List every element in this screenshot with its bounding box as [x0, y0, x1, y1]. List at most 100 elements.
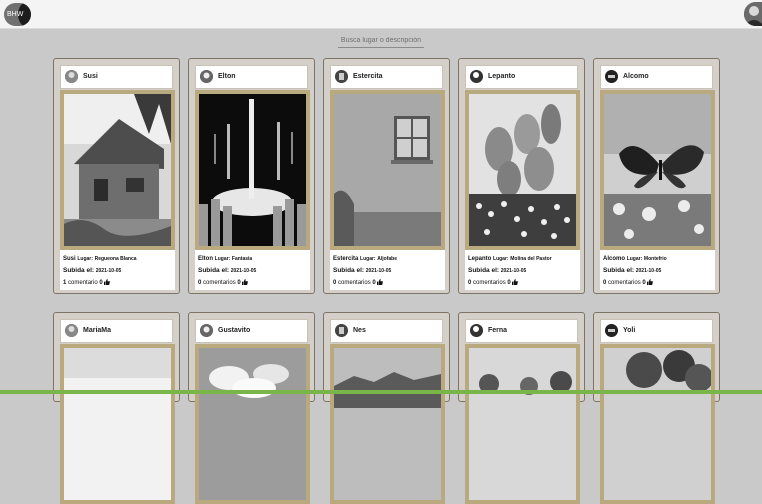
card-photo[interactable] [195, 90, 310, 250]
user-avatar-icon[interactable] [65, 70, 78, 83]
uploaded-prefix: Subida el: [63, 267, 95, 274]
card-info: Elton Lugar: Fantasia Subida el: 2021-10-… [195, 250, 310, 290]
comments-link[interactable]: comentarios [473, 280, 506, 286]
card-photo[interactable] [600, 344, 715, 504]
card-stats-line: 1 comentario 0 [63, 277, 172, 289]
thumbs-up-icon[interactable] [377, 279, 384, 285]
like-count: 0 [642, 280, 646, 286]
card-info: Susi Lugar: Regueona Blanca Subida el: 20… [60, 250, 175, 290]
photo-card[interactable]: Ferna [458, 312, 585, 504]
card-header: Alcomo [600, 65, 713, 89]
photo-card[interactable]: Estercita Estercita Lugar: Aljofabe Subida… [323, 58, 450, 294]
card-user-name[interactable]: Ferna [488, 327, 507, 334]
card-stats-line: 0 comentarios 0 [468, 277, 577, 289]
card-user-name[interactable]: Elton [218, 73, 236, 80]
card-user-name[interactable]: MariaMa [83, 327, 111, 334]
user-avatar-icon[interactable] [335, 70, 348, 83]
card-header: Yoli [600, 319, 713, 343]
photo-card[interactable]: Susi Susi Lugar: Regueona Blanca Subida el… [53, 58, 180, 294]
search-input[interactable] [338, 33, 424, 48]
comments-link[interactable]: comentarios [608, 280, 641, 286]
card-header: Nes [330, 319, 443, 343]
photo-image [334, 348, 441, 500]
place-prefix: Lugar: [493, 256, 509, 262]
card-info-user: Susi [63, 256, 76, 262]
user-avatar[interactable] [744, 2, 762, 26]
card-photo[interactable] [60, 344, 175, 504]
card-date-line: Subida el: 2021-10-05 [63, 265, 172, 277]
card-info-user: Estercita [333, 256, 359, 262]
thumbs-up-icon[interactable] [647, 279, 654, 285]
photo-card[interactable]: MariaMa [53, 312, 180, 504]
comments-link[interactable]: comentario [68, 280, 98, 286]
card-user-name[interactable]: Alcomo [623, 73, 649, 80]
user-avatar-icon[interactable] [605, 324, 618, 337]
card-date-line: Subida el: 2021-10-05 [603, 265, 712, 277]
photo-card[interactable]: Alcomo Alcomo Lugar: Montefrio Subida el: … [593, 58, 720, 294]
photo-card[interactable]: Nes [323, 312, 450, 504]
place-name: Regueona Blanca [94, 256, 137, 262]
place-prefix: Lugar: [214, 256, 231, 262]
bottom-bar [0, 390, 762, 394]
user-avatar-icon[interactable] [200, 70, 213, 83]
uploaded-prefix: Subida el: [333, 267, 365, 274]
card-user-name[interactable]: Nes [353, 327, 366, 334]
card-photo[interactable] [60, 90, 175, 250]
photo-image [199, 94, 306, 246]
thumbs-up-icon[interactable] [242, 279, 249, 285]
user-avatar-icon[interactable] [65, 324, 78, 337]
upload-date: 2021-10-05 [230, 268, 257, 274]
upload-date: 2021-10-05 [365, 268, 392, 274]
photo-image [64, 94, 171, 246]
card-user-name[interactable]: Susi [83, 73, 98, 80]
card-user-name[interactable]: Gustavito [218, 327, 250, 334]
photo-image [469, 348, 576, 500]
photo-image [64, 348, 171, 500]
card-header: Ferna [465, 319, 578, 343]
photo-image [469, 94, 576, 246]
card-info: Lepanto Lugar: Molina del Pastor Subida e… [465, 250, 580, 290]
card-info-user: Lepanto [468, 256, 492, 262]
card-photo[interactable] [195, 344, 310, 504]
comment-count: 1 [63, 280, 67, 286]
place-name: Aljofabe [377, 256, 397, 262]
card-user-name[interactable]: Yoli [623, 327, 635, 334]
card-user-name[interactable]: Lepanto [488, 73, 515, 80]
thumbs-up-icon[interactable] [512, 279, 519, 285]
card-user-name[interactable]: Estercita [353, 73, 383, 80]
photo-card[interactable]: Elton Elton Lugar: Fantasia Subida el: 202… [188, 58, 315, 294]
card-info: Alcomo Lugar: Montefrio Subida el: 2021-1… [600, 250, 715, 290]
card-place-line: Lepanto Lugar: Molina del Pastor [468, 253, 577, 265]
comments-link[interactable]: comentarios [203, 280, 236, 286]
comment-count: 0 [603, 280, 607, 286]
user-avatar-icon[interactable] [200, 324, 213, 337]
app-logo[interactable]: BHW [4, 3, 31, 26]
card-photo[interactable] [465, 90, 580, 250]
card-photo[interactable] [600, 90, 715, 250]
card-place-line: Estercita Lugar: Aljofabe [333, 253, 442, 265]
user-avatar-icon[interactable] [605, 70, 618, 83]
like-count: 0 [372, 280, 376, 286]
comment-count: 0 [333, 280, 337, 286]
photo-card[interactable]: Yoli [593, 312, 720, 504]
photo-card[interactable]: Gustavito [188, 312, 315, 504]
user-avatar-icon[interactable] [470, 70, 483, 83]
card-place-line: Elton Lugar: Fantasia [198, 253, 307, 265]
card-info-user: Elton [198, 256, 213, 262]
card-date-line: Subida el: 2021-10-05 [333, 265, 442, 277]
like-count: 0 [507, 280, 511, 286]
card-info-user: Alcomo [603, 256, 626, 262]
comments-link[interactable]: comentarios [338, 280, 371, 286]
user-avatar-icon[interactable] [470, 324, 483, 337]
card-photo[interactable] [330, 90, 445, 250]
card-photo[interactable] [465, 344, 580, 504]
photo-card[interactable]: Lepanto Lepanto Lugar: Molina del Pastor S… [458, 58, 585, 294]
photo-image [334, 94, 441, 246]
thumbs-up-icon[interactable] [104, 279, 111, 285]
user-avatar-icon[interactable] [335, 324, 348, 337]
upload-date: 2021-10-05 [635, 268, 662, 274]
like-count: 0 [99, 280, 103, 286]
card-photo[interactable] [330, 344, 445, 504]
place-name: Fantasia [231, 256, 253, 262]
upload-date: 2021-10-05 [95, 268, 122, 274]
